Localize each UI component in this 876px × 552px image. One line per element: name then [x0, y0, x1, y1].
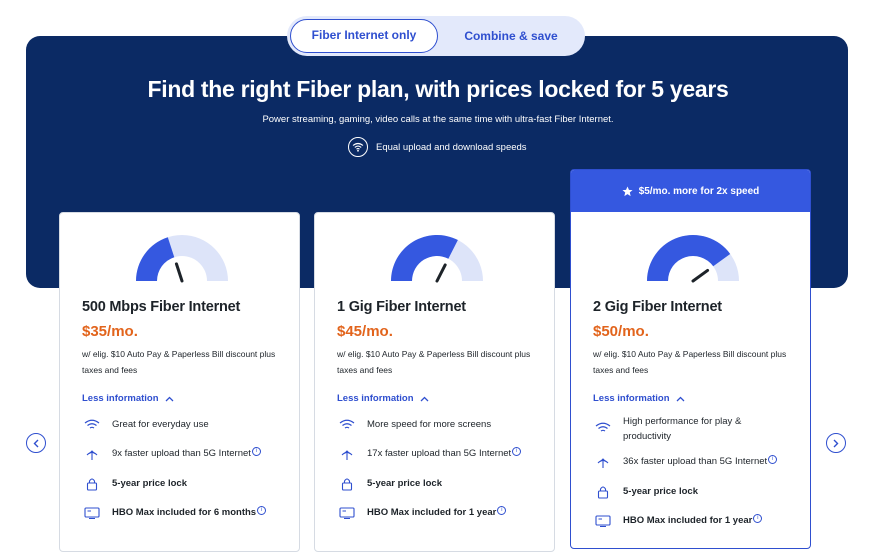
promo-banner: $5/mo. more for 2x speed — [571, 170, 810, 212]
feature-item: HBO Max included for 1 year i — [593, 513, 798, 529]
wifi-icon — [82, 417, 102, 433]
carousel-prev-button[interactable] — [26, 433, 46, 453]
plan-price: $45/mo. — [337, 323, 393, 340]
info-icon[interactable]: i — [251, 446, 261, 456]
feature-text: More speed for more screens — [367, 419, 492, 430]
speed-gauge-icon — [647, 235, 739, 283]
feature-item: 5-year price lock — [337, 476, 542, 492]
lock-icon — [337, 476, 357, 492]
wifi-icon — [593, 420, 613, 436]
gauge-fill — [391, 235, 458, 281]
feature-text: 17x faster upload than 5G Internet — [367, 448, 512, 459]
plan-fine-print: w/ elig. $10 Auto Pay & Paperless Bill d… — [337, 349, 531, 375]
toggle-fiber-only[interactable]: Fiber Internet only — [290, 19, 438, 53]
info-icon[interactable]: i — [512, 446, 522, 456]
plan-name: 1 Gig Fiber Internet — [337, 299, 466, 315]
feature-item: More speed for more screens — [337, 417, 542, 433]
feature-text: 5-year price lock — [623, 486, 698, 497]
feature-text: Great for everyday use — [112, 419, 209, 430]
plan-card-500mbps: 500 Mbps Fiber Internet $35/mo. w/ elig.… — [59, 212, 300, 552]
upload-icon — [82, 446, 102, 462]
feature-item: HBO Max included for 1 year i — [337, 505, 542, 521]
less-information-label: Less information — [337, 393, 414, 404]
hero-feature: Equal upload and download speeds — [348, 136, 527, 158]
plan-price: $50/mo. — [593, 323, 649, 340]
tv-icon — [593, 513, 613, 529]
feature-text: HBO Max included for 1 year — [367, 507, 497, 518]
plan-fine-print: w/ elig. $10 Auto Pay & Paperless Bill d… — [593, 349, 787, 375]
plan-fine-print: w/ elig. $10 Auto Pay & Paperless Bill d… — [82, 349, 276, 375]
chevron-up-icon — [420, 396, 429, 401]
toggle-combine-save[interactable]: Combine & save — [439, 19, 583, 53]
feature-item: 5-year price lock — [82, 476, 287, 492]
feature-text: High performance for play & productivity — [623, 416, 742, 442]
chevron-up-icon — [676, 396, 685, 401]
feature-text: 9x faster upload than 5G Internet — [112, 448, 251, 459]
tv-icon — [337, 505, 357, 521]
gauge-needle — [691, 268, 710, 283]
info-icon[interactable]: i — [497, 505, 507, 515]
less-information-label: Less information — [593, 393, 670, 404]
info-icon[interactable]: i — [257, 505, 267, 515]
plan-card-2gig: $5/mo. more for 2x speed 2 Gig Fiber Int… — [570, 169, 811, 549]
hero-feature-label: Equal upload and download speeds — [376, 141, 527, 153]
hero-subtitle: Power streaming, gaming, video calls at … — [262, 114, 614, 125]
chevron-left-icon — [33, 439, 39, 447]
feature-item: 9x faster upload than 5G Internet i — [82, 446, 287, 462]
info-icon[interactable]: i — [753, 513, 763, 523]
gauge-needle — [174, 262, 184, 283]
less-information-toggle[interactable]: Less information — [337, 393, 429, 404]
gauge-fill — [136, 237, 175, 281]
feature-text: HBO Max included for 6 months — [112, 507, 257, 518]
lock-icon — [82, 476, 102, 492]
feature-text: HBO Max included for 1 year — [623, 515, 753, 526]
gauge-needle — [435, 263, 447, 283]
upload-icon — [337, 446, 357, 462]
chevron-right-icon — [833, 439, 839, 447]
feature-text: 36x faster upload than 5G Internet — [623, 456, 768, 467]
feature-text: 5-year price lock — [112, 478, 187, 489]
wifi-icon — [348, 137, 368, 157]
upload-icon — [593, 454, 613, 470]
lock-icon — [593, 484, 613, 500]
info-icon[interactable]: i — [768, 454, 778, 464]
feature-item: High performance for play & productivity — [593, 414, 798, 444]
feature-item: 17x faster upload than 5G Internet i — [337, 446, 542, 462]
tv-icon — [82, 505, 102, 521]
wifi-icon — [337, 417, 357, 433]
speed-gauge-icon — [391, 235, 483, 283]
hero-title: Find the right Fiber plan, with prices l… — [147, 76, 729, 102]
less-information-toggle[interactable]: Less information — [593, 393, 685, 404]
plan-name: 500 Mbps Fiber Internet — [82, 299, 241, 315]
feature-item: 36x faster upload than 5G Internet i — [593, 454, 798, 470]
speed-gauge-icon — [136, 235, 228, 283]
plan-price: $35/mo. — [82, 323, 138, 340]
chevron-up-icon — [165, 396, 174, 401]
less-information-label: Less information — [82, 393, 159, 404]
star-icon — [622, 185, 633, 196]
plan-card-1gig: 1 Gig Fiber Internet $45/mo. w/ elig. $1… — [314, 212, 555, 552]
feature-item: HBO Max included for 6 months i — [82, 505, 287, 521]
feature-item: 5-year price lock — [593, 484, 798, 500]
less-information-toggle[interactable]: Less information — [82, 393, 174, 404]
feature-text: 5-year price lock — [367, 478, 442, 489]
plan-name: 2 Gig Fiber Internet — [593, 299, 722, 315]
carousel-next-button[interactable] — [826, 433, 846, 453]
feature-item: Great for everyday use — [82, 417, 287, 433]
promo-banner-text: $5/mo. more for 2x speed — [638, 185, 760, 197]
plan-type-toggle: Fiber Internet only Combine & save — [287, 16, 585, 56]
